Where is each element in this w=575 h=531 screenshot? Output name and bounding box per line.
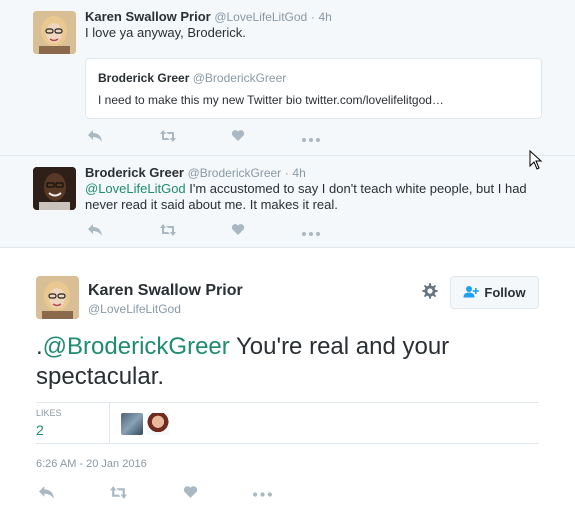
quoted-author-name: Broderick Greer	[98, 71, 190, 85]
like-icon[interactable]	[228, 129, 248, 145]
more-icon[interactable]	[301, 223, 321, 239]
tweet-prefix: .	[36, 333, 43, 360]
conversation-thread: Karen Swallow Prior @LoveLifeLitGod · 4h…	[0, 0, 575, 248]
tweet-text: @LoveLifeLitGod I'm accustomed to say I …	[85, 181, 530, 213]
follow-button[interactable]: Follow	[450, 276, 539, 309]
gear-icon[interactable]	[420, 282, 440, 302]
separator: ·	[284, 166, 289, 180]
avatar-image	[36, 276, 79, 319]
retweet-icon[interactable]	[158, 129, 178, 145]
author-handle[interactable]: @LoveLifeLitGod	[214, 10, 307, 24]
tweet-header: Broderick Greer @BroderickGreer · 4h	[85, 165, 306, 180]
avatar[interactable]	[33, 11, 76, 54]
likes-count[interactable]: 2	[36, 422, 44, 438]
quoted-author-handle: @BroderickGreer	[192, 71, 287, 85]
quoted-tweet[interactable]: Broderick Greer @BroderickGreer I need t…	[85, 58, 542, 119]
tweet-text: .@BroderickGreer You're real and your sp…	[36, 332, 536, 392]
follow-label: Follow	[484, 285, 526, 300]
author-handle[interactable]: @BroderickGreer	[188, 166, 282, 180]
reply-icon[interactable]	[36, 485, 56, 501]
reply-tweet[interactable]: Karen Swallow Prior @LoveLifeLitGod · 4h…	[0, 0, 575, 156]
more-icon[interactable]	[301, 129, 321, 145]
reply-icon[interactable]	[85, 223, 105, 239]
mention-link[interactable]: @BroderickGreer	[43, 333, 230, 360]
more-icon[interactable]	[252, 485, 272, 501]
avatar[interactable]	[33, 167, 76, 210]
tweet-time[interactable]: 4h	[318, 10, 331, 24]
retweet-icon[interactable]	[158, 223, 178, 239]
quoted-author: Broderick Greer @BroderickGreer	[98, 71, 286, 85]
author-name[interactable]: Karen Swallow Prior	[85, 9, 211, 24]
mention-link[interactable]: @LoveLifeLitGod	[85, 181, 186, 196]
divider	[109, 403, 110, 444]
add-user-icon	[463, 285, 480, 301]
liker-avatar[interactable]	[121, 413, 143, 435]
avatar-image	[33, 167, 76, 210]
avatar-image	[33, 11, 76, 54]
tweet-time[interactable]: 4h	[292, 166, 305, 180]
reply-icon[interactable]	[85, 129, 105, 145]
like-icon[interactable]	[180, 485, 200, 501]
avatar[interactable]	[36, 276, 79, 319]
tweet-text: I love ya anyway, Broderick.	[85, 25, 246, 40]
likes-label: LIKES	[36, 408, 62, 418]
author-name[interactable]: Broderick Greer	[85, 165, 184, 180]
separator: ·	[310, 10, 315, 24]
tweet-timestamp: 6:26 AM - 20 Jan 2016	[36, 458, 147, 470]
quoted-tweet-text: I need to make this my new Twitter bio t…	[98, 93, 444, 107]
tweet-stats: LIKES 2	[36, 402, 539, 444]
retweet-icon[interactable]	[108, 485, 128, 501]
author-name[interactable]: Karen Swallow Prior	[88, 282, 243, 300]
liker-avatar[interactable]	[147, 413, 169, 435]
tweet-header: Karen Swallow Prior @LoveLifeLitGod · 4h	[85, 9, 332, 24]
mouse-cursor-icon	[529, 149, 543, 170]
reply-tweet[interactable]: Broderick Greer @BroderickGreer · 4h @Lo…	[0, 156, 575, 248]
like-icon[interactable]	[228, 223, 248, 239]
author-handle[interactable]: @LoveLifeLitGod	[88, 302, 181, 316]
